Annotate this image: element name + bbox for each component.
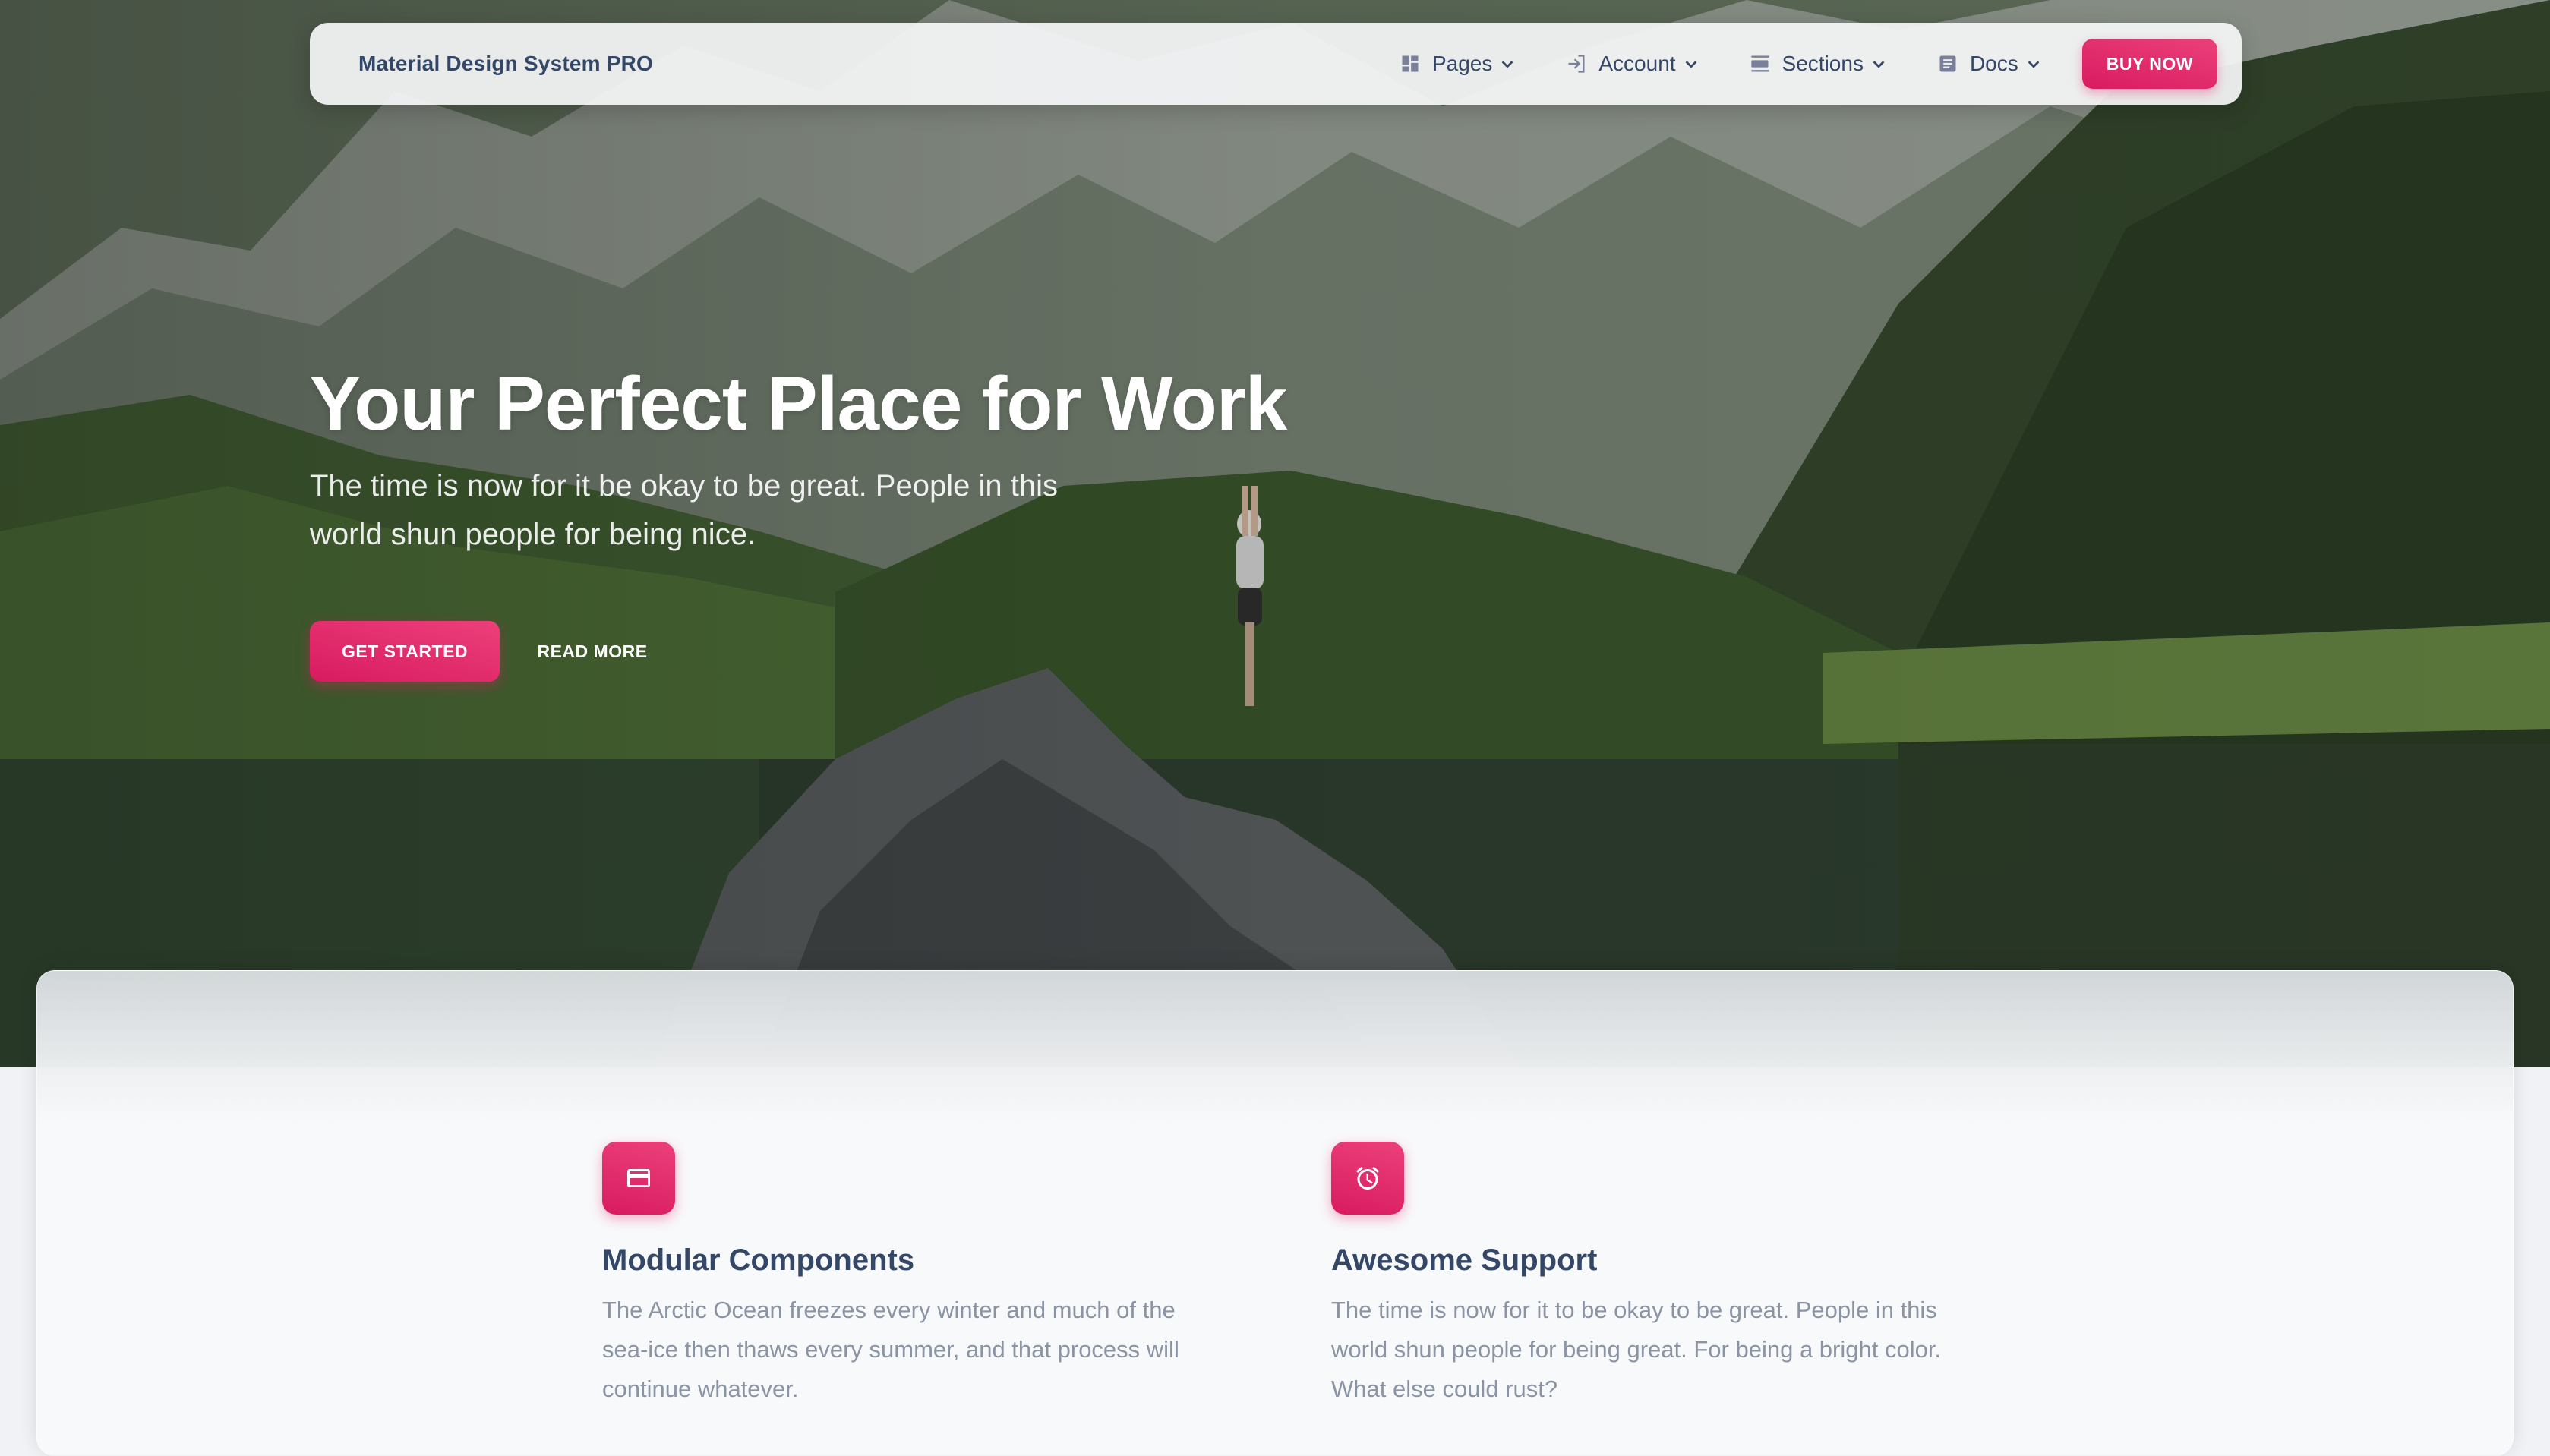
dashboard-icon: [1399, 52, 1422, 75]
feature-awesome-support: Awesome Support The time is now for it t…: [1331, 1142, 1954, 1409]
chevron-down-icon: [1498, 55, 1516, 73]
feature-title: Modular Components: [602, 1243, 915, 1277]
feature-title: Awesome Support: [1331, 1243, 1598, 1277]
hero-subtitle: The time is now for it be okay to be gre…: [310, 469, 1058, 551]
get-started-button[interactable]: GET STARTED: [310, 621, 500, 682]
chevron-down-icon: [1682, 55, 1700, 73]
brand-link[interactable]: Material Design System PRO: [358, 52, 653, 76]
article-icon: [1936, 52, 1959, 75]
features-card: Modular Components The Arctic Ocean free…: [36, 970, 2514, 1456]
nav-item-label: Pages: [1431, 52, 1493, 75]
chevron-down-icon: [1870, 55, 1888, 73]
feature-description: The Arctic Ocean freezes every winter an…: [602, 1297, 1179, 1402]
credit-card-icon: [602, 1142, 675, 1215]
nav-item-label: Sections: [1782, 52, 1864, 75]
navbar: Material Design System PRO Pages Account: [310, 23, 2242, 105]
nav-item-pages[interactable]: Pages: [1399, 52, 1516, 76]
nav-item-label: Account: [1598, 52, 1676, 75]
buy-now-button[interactable]: BUY NOW: [2081, 39, 2217, 89]
alarm-icon: [1331, 1142, 1404, 1215]
nav-item-docs[interactable]: Docs: [1936, 52, 2043, 76]
login-icon: [1565, 52, 1588, 75]
chevron-down-icon: [2025, 55, 2043, 73]
nav-item-label: Docs: [1969, 52, 2018, 75]
feature-modular-components: Modular Components The Arctic Ocean free…: [602, 1142, 1225, 1409]
read-more-button[interactable]: READ MORE: [524, 621, 661, 682]
nav-item-sections[interactable]: Sections: [1749, 52, 1888, 76]
view-day-icon: [1749, 52, 1772, 75]
hero-title: Your Perfect Place for Work: [310, 361, 1287, 446]
nav-item-account[interactable]: Account: [1565, 52, 1699, 76]
feature-description: The time is now for it to be okay to be …: [1331, 1297, 1942, 1402]
nav-menu: Pages Account Sections Docs: [1399, 52, 2043, 76]
